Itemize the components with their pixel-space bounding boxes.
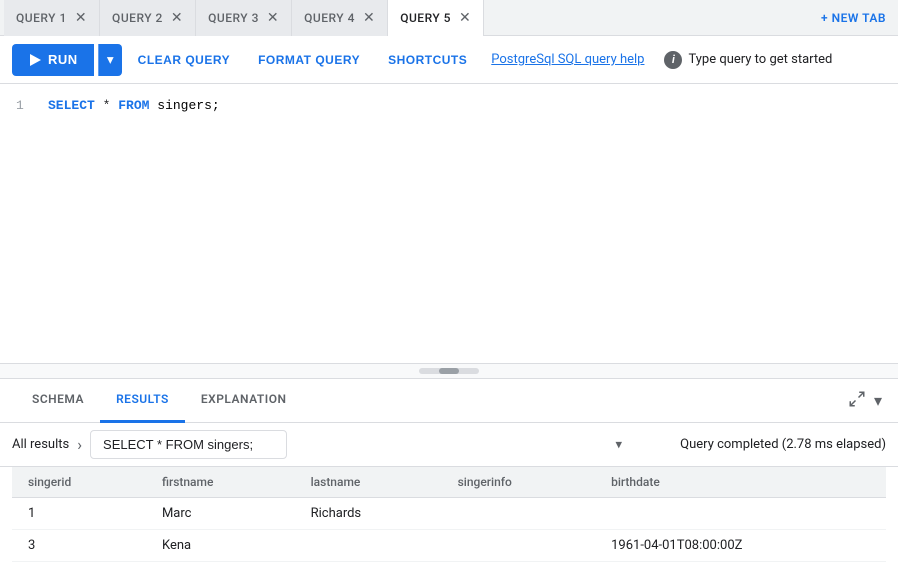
tab-query2-close[interactable]: ✕	[171, 11, 183, 25]
tab-query3-label: QUERY 3	[208, 11, 259, 25]
col-birthdate: birthdate	[595, 467, 886, 498]
run-button[interactable]: RUN	[12, 44, 94, 76]
clear-query-label: CLEAR QUERY	[138, 53, 230, 67]
table-name: singers;	[157, 98, 219, 113]
run-play-icon	[28, 53, 42, 67]
tab-explanation[interactable]: EXPLANATION	[185, 379, 303, 423]
results-table-wrapper: singerid firstname lastname singerinfo b…	[0, 467, 898, 562]
results-bar: All results › SELECT * FROM singers; ▾ Q…	[0, 423, 898, 467]
tab-query4-label: QUERY 4	[304, 11, 355, 25]
format-query-button[interactable]: FORMAT QUERY	[246, 44, 372, 76]
tab-query1-close[interactable]: ✕	[75, 11, 87, 25]
cell-singerid: 3	[12, 530, 146, 562]
fullscreen-icon[interactable]	[848, 390, 866, 412]
tab-explanation-label: EXPLANATION	[201, 392, 287, 406]
cell-birthdate	[595, 498, 886, 530]
table-header-row: singerid firstname lastname singerinfo b…	[12, 467, 886, 498]
info-icon: i	[664, 51, 682, 69]
shortcuts-label: SHORTCUTS	[388, 53, 467, 67]
tab-query3-close[interactable]: ✕	[267, 11, 279, 25]
info-text: Type query to get started	[688, 52, 832, 67]
scroll-track	[419, 368, 479, 374]
clear-query-button[interactable]: CLEAR QUERY	[126, 44, 242, 76]
chevron-down-icon[interactable]: ▾	[874, 391, 882, 410]
run-dropdown-button[interactable]: ▾	[98, 44, 122, 76]
query-select-wrapper: SELECT * FROM singers; ▾	[90, 430, 630, 459]
results-expand-icon[interactable]: ›	[77, 435, 82, 454]
tab-query1-label: QUERY 1	[16, 11, 67, 25]
tab-query5[interactable]: QUERY 5 ✕	[388, 0, 484, 36]
tab-results[interactable]: RESULTS	[100, 379, 185, 423]
tab-query5-close[interactable]: ✕	[459, 11, 471, 25]
query-select[interactable]: SELECT * FROM singers;	[90, 430, 287, 459]
tab-schema[interactable]: SCHEMA	[16, 379, 100, 423]
col-singerid: singerid	[12, 467, 146, 498]
tab-results-label: RESULTS	[116, 392, 169, 406]
tab-query2-label: QUERY 2	[112, 11, 163, 25]
results-table: singerid firstname lastname singerinfo b…	[12, 467, 886, 562]
line-number: 1	[16, 96, 24, 116]
cell-firstname: Kena	[146, 530, 295, 562]
toolbar: RUN ▾ CLEAR QUERY FORMAT QUERY SHORTCUTS…	[0, 36, 898, 84]
expand-controls: ▾	[848, 390, 882, 412]
select-arrow-icon: ▾	[616, 437, 623, 452]
tab-query4[interactable]: QUERY 4 ✕	[292, 0, 388, 36]
chevron-down-icon: ▾	[107, 52, 114, 68]
keyword-from: FROM	[118, 98, 149, 113]
tabs-bar: QUERY 1 ✕ QUERY 2 ✕ QUERY 3 ✕ QUERY 4 ✕ …	[0, 0, 898, 36]
shortcuts-button[interactable]: SHORTCUTS	[376, 44, 479, 76]
cell-singerinfo	[442, 530, 595, 562]
format-query-label: FORMAT QUERY	[258, 53, 360, 67]
cell-firstname: Marc	[146, 498, 295, 530]
cell-birthdate: 1961-04-01T08:00:00Z	[595, 530, 886, 562]
tab-query3[interactable]: QUERY 3 ✕	[196, 0, 292, 36]
run-label: RUN	[48, 52, 78, 67]
query-status: Query completed (2.78 ms elapsed)	[680, 437, 886, 452]
col-firstname: firstname	[146, 467, 295, 498]
cell-lastname	[295, 530, 442, 562]
table-row: 3Kena 1961-04-01T08:00:00Z	[12, 530, 886, 562]
tab-query5-label: QUERY 5	[400, 11, 451, 25]
new-tab-label: + NEW TAB	[821, 11, 886, 25]
bottom-tabs-bar: SCHEMA RESULTS EXPLANATION ▾	[0, 379, 898, 423]
cell-singerinfo	[442, 498, 595, 530]
editor-code: SELECT * FROM singers;	[48, 98, 220, 113]
keyword-select: SELECT	[48, 98, 95, 113]
cell-singerid: 1	[12, 498, 146, 530]
tab-schema-label: SCHEMA	[32, 392, 84, 406]
help-link-text: PostgreSql SQL query help	[491, 52, 644, 67]
info-section: i Type query to get started	[664, 51, 832, 69]
col-singerinfo: singerinfo	[442, 467, 595, 498]
tab-query2[interactable]: QUERY 2 ✕	[100, 0, 196, 36]
cell-lastname: Richards	[295, 498, 442, 530]
tab-query1[interactable]: QUERY 1 ✕	[4, 0, 100, 36]
scrollbar-hint	[0, 364, 898, 379]
tab-query4-close[interactable]: ✕	[363, 11, 375, 25]
col-lastname: lastname	[295, 467, 442, 498]
new-tab-button[interactable]: + NEW TAB	[821, 11, 898, 25]
help-link[interactable]: PostgreSql SQL query help	[483, 52, 652, 67]
scroll-thumb	[439, 368, 459, 374]
table-row: 1MarcRichards	[12, 498, 886, 530]
sql-editor[interactable]: 1 SELECT * FROM singers;	[0, 84, 898, 364]
all-results-label: All results	[12, 437, 69, 452]
